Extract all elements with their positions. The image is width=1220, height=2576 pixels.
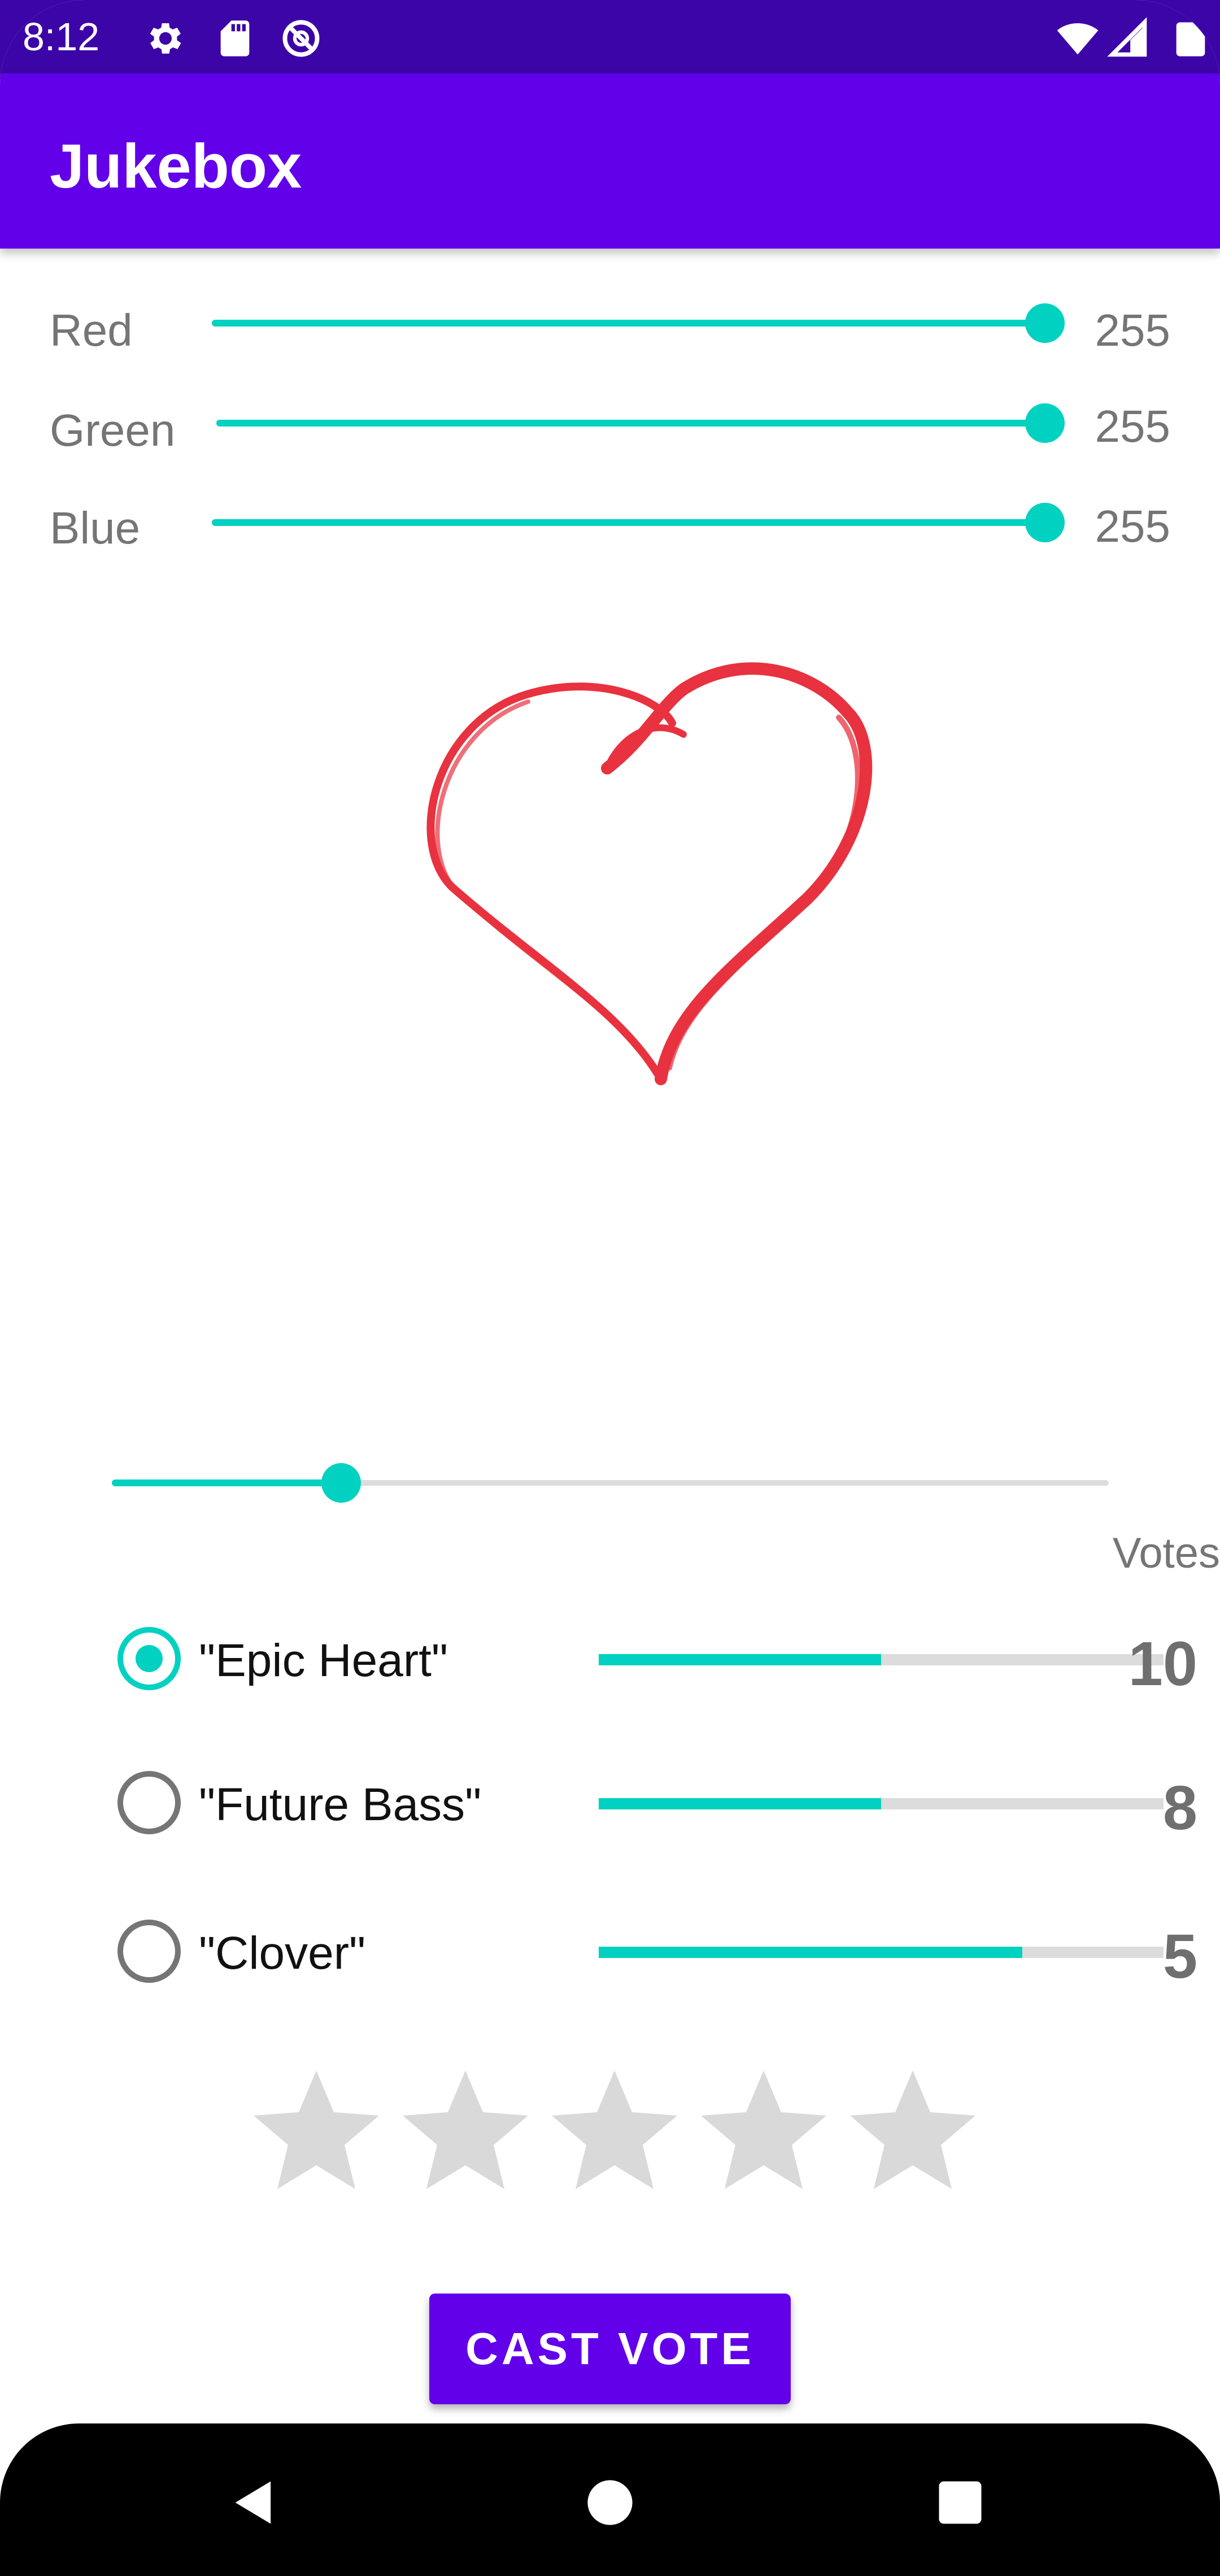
green-label: Green	[50, 405, 176, 455]
back-icon[interactable]	[226, 2474, 282, 2531]
vote-option-epic-heart[interactable]: "Epic Heart" 10	[0, 1616, 1220, 1706]
vote-label: "Clover"	[199, 1927, 366, 1979]
gear-icon	[150, 23, 181, 54]
radio-epic-heart[interactable]	[117, 1627, 181, 1690]
wifi-icon	[1057, 23, 1099, 55]
home-icon[interactable]	[582, 2474, 638, 2531]
green-slider-fill	[216, 420, 1045, 427]
vote-bar-fill	[599, 1798, 881, 1809]
blue-slider[interactable]	[212, 503, 1065, 542]
status-time: 8:12	[23, 15, 100, 59]
vote-option-clover[interactable]: "Clover" 5	[0, 1908, 1220, 1999]
red-slider-fill	[212, 320, 1045, 327]
heart-icon	[426, 662, 873, 1085]
blue-label: Blue	[50, 503, 141, 553]
vote-bar-fill	[599, 1947, 1022, 1958]
vote-count: 8	[1162, 1773, 1197, 1843]
red-slider[interactable]	[212, 303, 1065, 343]
green-slider[interactable]	[216, 403, 1065, 443]
size-slider[interactable]	[112, 1463, 1109, 1503]
app-screen: 8:12 Jukebox Red 255 Green 255 Blue 255 …	[0, 0, 1220, 2576]
star-icon[interactable]	[696, 2062, 831, 2198]
vote-option-future-bass[interactable]: "Future Bass" 8	[0, 1760, 1220, 1850]
star-icon[interactable]	[547, 2062, 682, 2198]
sd-card-icon	[220, 20, 250, 56]
size-slider-fill	[112, 1480, 341, 1486]
rating-bar[interactable]	[249, 2062, 975, 2198]
vote-label: "Future Bass"	[199, 1779, 482, 1830]
do-not-disturb-icon	[282, 20, 320, 57]
votes-header: Votes	[1112, 1529, 1220, 1577]
star-icon[interactable]	[249, 2062, 384, 2198]
green-value: 255	[1095, 401, 1170, 451]
blue-slider-fill	[212, 519, 1045, 526]
vote-bar-fill	[599, 1654, 881, 1665]
vote-bar	[599, 1798, 1164, 1809]
status-bar: 8:12	[0, 0, 1220, 73]
star-icon[interactable]	[398, 2062, 533, 2198]
signal-icon	[1107, 17, 1147, 57]
vote-bar	[599, 1654, 1164, 1665]
battery-icon	[1176, 22, 1205, 56]
cast-vote-button[interactable]: CAST VOTE	[429, 2294, 791, 2404]
vote-count: 10	[1128, 1629, 1197, 1699]
red-value: 255	[1095, 305, 1170, 355]
blue-value: 255	[1095, 501, 1170, 551]
radio-selected-dot	[136, 1645, 163, 1672]
size-slider-thumb[interactable]	[321, 1463, 361, 1503]
red-label: Red	[50, 305, 133, 355]
app-title: Jukebox	[50, 132, 302, 201]
vote-bar	[599, 1947, 1164, 1958]
vote-label: "Epic Heart"	[199, 1635, 448, 1686]
radio-clover[interactable]	[117, 1920, 181, 1983]
star-icon[interactable]	[845, 2062, 981, 2198]
radio-future-bass[interactable]	[117, 1771, 181, 1834]
recents-icon[interactable]	[932, 2474, 988, 2531]
vote-count: 5	[1162, 1922, 1197, 1991]
app-bar: Jukebox	[0, 73, 1220, 249]
